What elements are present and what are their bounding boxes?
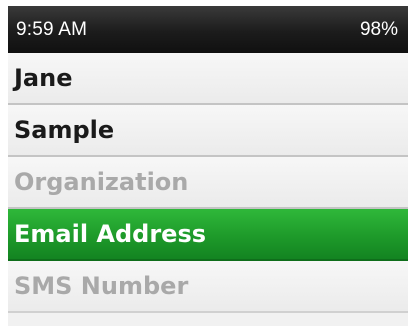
organization-field[interactable]: Organization — [8, 157, 408, 209]
device-screen: 9:59 AM 98% Jane Sample Organization Ema… — [8, 6, 408, 326]
first-name-field[interactable]: Jane — [8, 53, 408, 105]
email-address-field[interactable]: Email Address — [8, 209, 408, 261]
sms-number-field[interactable]: SMS Number — [8, 261, 408, 313]
status-time: 9:59 AM — [16, 19, 88, 40]
status-bar: 9:59 AM 98% — [8, 6, 408, 53]
last-name-field[interactable]: Sample — [8, 105, 408, 157]
contact-field-list: Jane Sample Organization Email Address S… — [8, 53, 408, 313]
battery-level: 98% — [359, 19, 398, 40]
